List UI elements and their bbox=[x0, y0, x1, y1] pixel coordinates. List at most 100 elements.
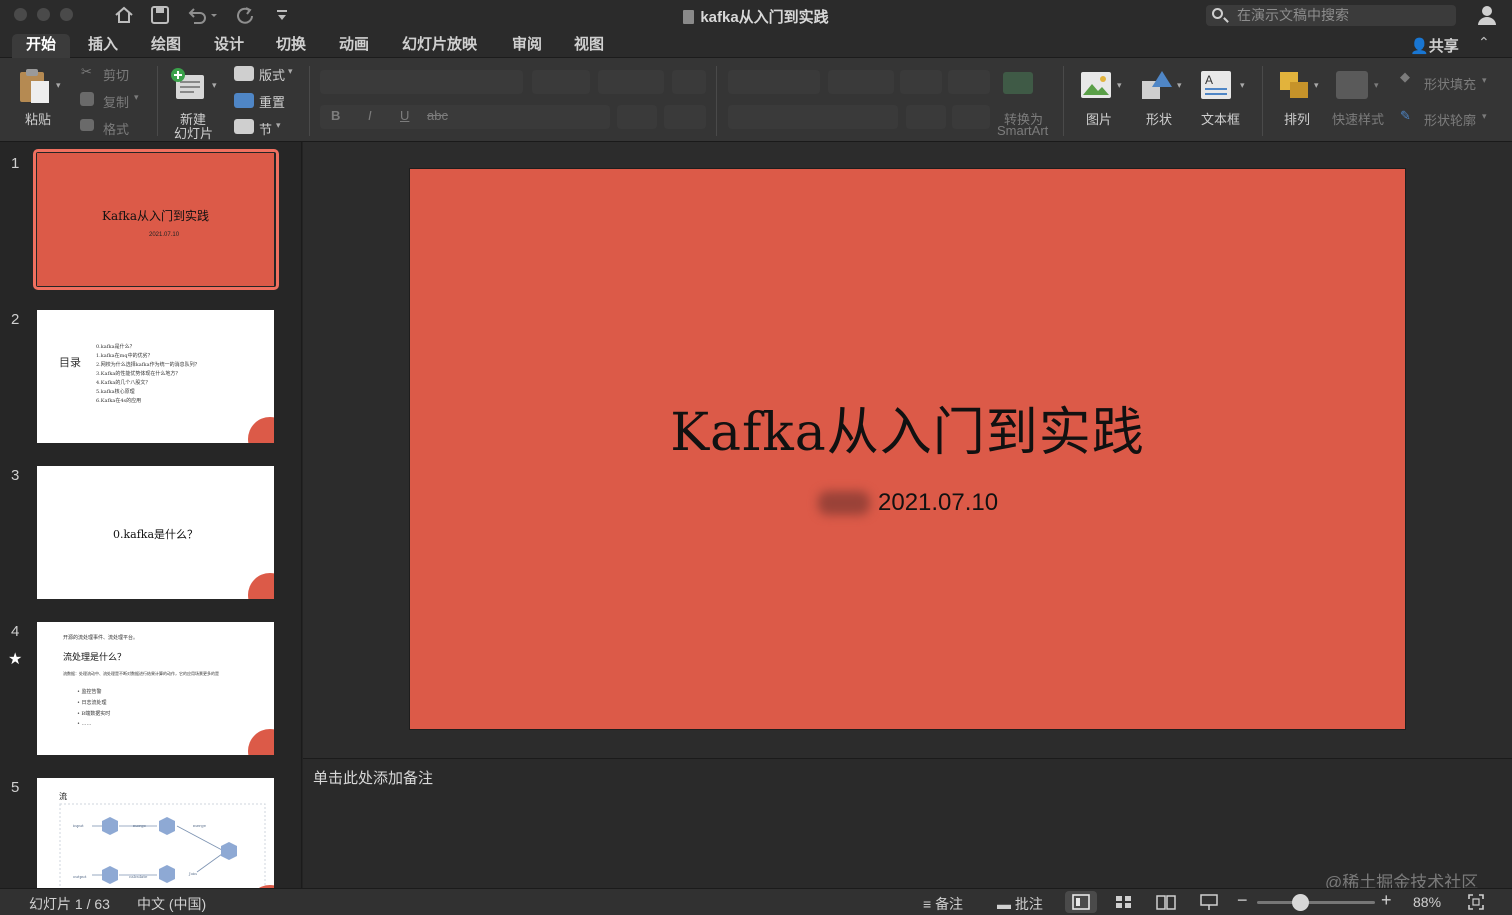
slide-counter: 幻灯片 1 / 63 bbox=[29, 896, 110, 912]
thumbnail-title: 流 bbox=[59, 792, 67, 801]
tab-design[interactable]: 设计 bbox=[214, 34, 244, 58]
thumbnail-text: 开源的流处理事件、流处理平台。 bbox=[63, 635, 139, 641]
slide-thumbnail-1[interactable]: Kafka从入门到实践 2021.07.10 bbox=[37, 153, 274, 286]
slide-thumbnail-5[interactable]: 流 input merge merge output calculate Joi… bbox=[37, 778, 274, 888]
indent-buttons[interactable] bbox=[828, 70, 894, 94]
thumbnail-text: 2.网校为什么选择kafka作为统一的消息队列？ bbox=[96, 362, 200, 368]
shape-icon[interactable] bbox=[1140, 69, 1174, 101]
zoom-slider[interactable] bbox=[1257, 901, 1375, 904]
tab-slideshow[interactable]: 幻灯片放映 bbox=[402, 34, 477, 58]
paste-icon[interactable] bbox=[17, 66, 57, 106]
normal-view-button[interactable] bbox=[1065, 891, 1097, 913]
font-color-button[interactable] bbox=[664, 105, 706, 129]
slide-thumbnail-3[interactable]: 0.kafka是什么？ bbox=[37, 466, 274, 599]
tab-review[interactable]: 审阅 bbox=[512, 34, 542, 58]
new-slide-button-line2[interactable]: 幻灯片 bbox=[174, 123, 213, 142]
thumbnail-text: merge bbox=[193, 823, 206, 828]
shape-fill-button[interactable]: 形状填充 bbox=[1424, 74, 1476, 93]
font-grow-shrink-buttons[interactable] bbox=[598, 70, 664, 94]
document-title-text: kafka从入门到实践 bbox=[700, 9, 829, 26]
decorative-corner bbox=[248, 573, 274, 599]
slide-thumbnail-panel[interactable]: 1 Kafka从入门到实践 2021.07.10 2 目录 0.kafka是什么… bbox=[0, 142, 302, 888]
bold-button[interactable]: B bbox=[331, 108, 340, 123]
layout-button[interactable]: 版式 bbox=[259, 65, 285, 84]
thumbnail-title: Kafka从入门到实践 bbox=[102, 209, 209, 223]
underline-button[interactable]: U bbox=[400, 108, 409, 123]
thumbnail-text: 1.kafka在mq中的优劣？ bbox=[96, 353, 153, 359]
zoom-slider-handle[interactable] bbox=[1292, 894, 1310, 911]
alignment-buttons[interactable] bbox=[728, 105, 898, 129]
thumbnail-bullet: • …… bbox=[77, 721, 92, 727]
shape-outline-button[interactable]: 形状轮廓 bbox=[1424, 110, 1476, 129]
slide-subtitle[interactable]: 2021.07.10 bbox=[818, 489, 998, 517]
slide-thumbnail-2[interactable]: 目录 0.kafka是什么？ 1.kafka在mq中的优劣？ 2.网校为什么选择… bbox=[37, 310, 274, 443]
search-input[interactable]: 在演示文稿中搜索 bbox=[1206, 5, 1456, 26]
tab-transitions[interactable]: 切换 bbox=[276, 34, 306, 58]
collapse-ribbon-icon[interactable]: ⌃ bbox=[1478, 34, 1490, 51]
strikethrough-button[interactable]: abc bbox=[427, 108, 448, 123]
textbox-icon[interactable]: A bbox=[1200, 70, 1232, 100]
section-button[interactable]: 节 bbox=[259, 119, 272, 138]
slide-number: 4 bbox=[11, 623, 20, 640]
font-name-dropdown[interactable] bbox=[320, 70, 523, 94]
slide-number: 5 bbox=[11, 779, 20, 796]
status-bar: 幻灯片 1 / 63 中文 (中国) ≡ 备注 ▬ 批注 − + 88% bbox=[0, 888, 1512, 915]
copy-button[interactable]: 复制 bbox=[103, 92, 129, 111]
quick-styles-button[interactable]: 快速样式 bbox=[1332, 109, 1384, 128]
align-text-button[interactable] bbox=[952, 105, 990, 129]
tab-animations[interactable]: 动画 bbox=[339, 34, 369, 58]
list-buttons[interactable] bbox=[728, 70, 820, 94]
language-indicator[interactable]: 中文 (中国) bbox=[137, 894, 206, 914]
convert-smartart-button-line2[interactable]: SmartArt bbox=[997, 123, 1048, 138]
tab-view[interactable]: 视图 bbox=[574, 34, 604, 58]
account-icon[interactable] bbox=[1476, 4, 1498, 26]
decorative-corner bbox=[248, 729, 274, 755]
format-painter-button[interactable]: 格式 bbox=[103, 119, 129, 138]
clear-formatting-button[interactable] bbox=[672, 70, 706, 94]
new-slide-icon[interactable] bbox=[170, 67, 208, 105]
ribbon-separator bbox=[1063, 66, 1064, 136]
slideshow-view-button[interactable] bbox=[1193, 891, 1225, 913]
search-icon bbox=[1212, 8, 1223, 19]
reading-view-button[interactable] bbox=[1150, 891, 1182, 913]
zoom-level[interactable]: 88% bbox=[1413, 894, 1441, 910]
copy-icon bbox=[80, 92, 94, 106]
arrange-button[interactable]: 排列 bbox=[1284, 109, 1310, 128]
line-spacing-button[interactable] bbox=[900, 70, 942, 94]
paste-button[interactable]: 粘贴 bbox=[25, 109, 51, 128]
thumbnail-title: 0.kafka是什么？ bbox=[112, 528, 198, 541]
zoom-out-button[interactable]: − bbox=[1237, 890, 1248, 911]
arrange-icon[interactable] bbox=[1278, 70, 1310, 100]
insert-picture-button[interactable]: 图片 bbox=[1086, 109, 1112, 128]
slide-title[interactable]: Kafka从入门到实践 bbox=[410, 390, 1405, 465]
columns-button[interactable] bbox=[948, 70, 990, 94]
current-slide[interactable]: Kafka从入门到实践 2021.07.10 bbox=[410, 169, 1405, 729]
slide-number: 3 bbox=[11, 467, 20, 484]
notes-toggle-button[interactable]: ≡ 备注 bbox=[923, 894, 963, 914]
paint-bucket-icon: ◆ bbox=[1400, 69, 1410, 84]
comments-toggle-button[interactable]: ▬ 批注 bbox=[997, 894, 1043, 914]
notes-placeholder[interactable]: 单击此处添加备注 bbox=[313, 767, 433, 788]
highlight-color-button[interactable] bbox=[617, 105, 657, 129]
insert-shape-button[interactable]: 形状 bbox=[1146, 109, 1172, 128]
text-direction-button[interactable] bbox=[906, 105, 946, 129]
section-icon bbox=[234, 119, 254, 134]
cut-button[interactable]: 剪切 bbox=[103, 65, 129, 84]
zoom-in-button[interactable]: + bbox=[1381, 890, 1392, 911]
italic-button[interactable]: I bbox=[368, 108, 372, 123]
insert-textbox-button[interactable]: 文本框 bbox=[1201, 109, 1240, 128]
add-person-icon: 👤 bbox=[1410, 38, 1429, 55]
reset-button[interactable]: 重置 bbox=[259, 92, 285, 111]
fit-to-window-icon[interactable] bbox=[1468, 894, 1484, 910]
quick-styles-icon[interactable] bbox=[1336, 71, 1368, 99]
slide-thumbnail-4[interactable]: 开源的流处理事件、流处理平台。 流处理是什么？ 流数据：处理流动中、流处理是不断… bbox=[37, 622, 274, 755]
font-size-dropdown[interactable] bbox=[532, 70, 590, 94]
tab-insert[interactable]: 插入 bbox=[88, 34, 118, 58]
tab-draw[interactable]: 绘图 bbox=[151, 34, 181, 58]
thumbnail-text: merge bbox=[133, 823, 146, 828]
slide-sorter-view-button[interactable] bbox=[1108, 891, 1140, 913]
tab-home[interactable]: 开始 bbox=[12, 34, 71, 58]
share-button[interactable]: 👤共享 bbox=[1410, 35, 1459, 56]
thumbnail-text: output bbox=[73, 874, 87, 879]
picture-icon[interactable] bbox=[1080, 71, 1112, 99]
